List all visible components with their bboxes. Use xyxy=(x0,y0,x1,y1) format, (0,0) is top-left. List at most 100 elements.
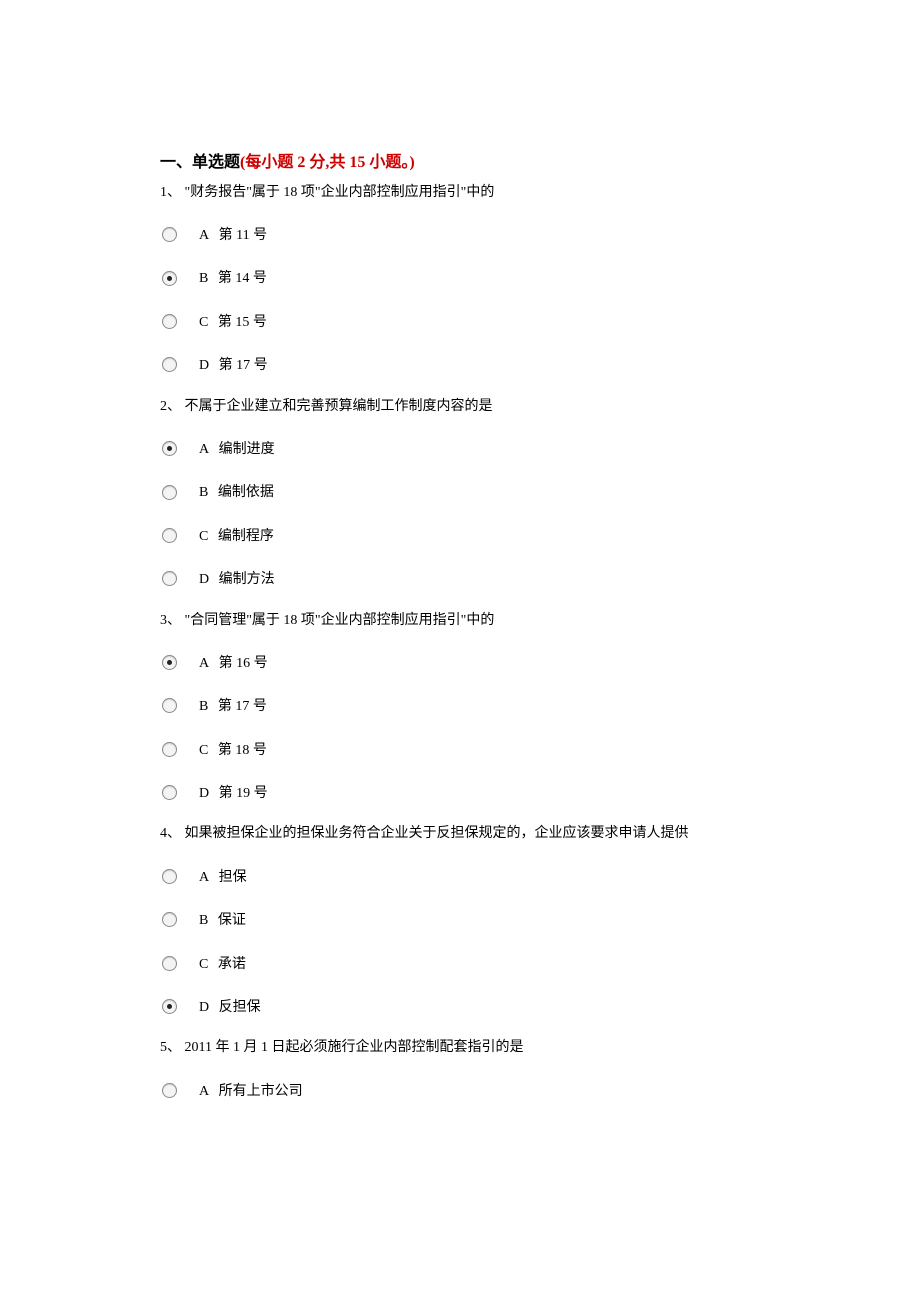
option-content: A 第 16 号 xyxy=(199,650,268,675)
option-label: D xyxy=(199,569,209,591)
option-row: A 编制进度 xyxy=(160,436,760,461)
option-content: D 第 17 号 xyxy=(199,352,268,377)
option-label: A xyxy=(199,1081,209,1103)
option-content: C 承诺 xyxy=(199,951,246,976)
radio-button[interactable] xyxy=(162,1083,177,1098)
option-row: B 第 17 号 xyxy=(160,693,760,718)
question: 4、 如果被担保企业的担保业务符合企业关于反担保规定的，企业应该要求申请人提供 A… xyxy=(160,823,760,1019)
option-text: 担保 xyxy=(219,867,247,889)
question: 2、 不属于企业建立和完善预算编制工作制度内容的是 A 编制进度 B 编制依据 C 编… xyxy=(160,396,760,592)
questions-container: 1、 "财务报告"属于 18 项"企业内部控制应用指引"中的 A 第 11 号 B … xyxy=(160,182,760,1104)
radio-button[interactable] xyxy=(162,485,177,500)
question-text: 2、 不属于企业建立和完善预算编制工作制度内容的是 xyxy=(160,396,760,418)
option-label: B xyxy=(199,268,208,290)
question-text: 5、 2011 年 1 月 1 日起必须施行企业内部控制配套指引的是 xyxy=(160,1037,760,1059)
option-content: C 编制程序 xyxy=(199,523,274,548)
option-label: B xyxy=(199,696,208,718)
option-label: B xyxy=(199,482,208,504)
option-text: 第 14 号 xyxy=(218,268,267,290)
option-row: A 所有上市公司 xyxy=(160,1078,760,1103)
option-text: 第 16 号 xyxy=(219,653,268,675)
option-row: D 第 17 号 xyxy=(160,352,760,377)
option-text: 第 18 号 xyxy=(218,740,267,762)
radio-button[interactable] xyxy=(162,227,177,242)
option-content: B 第 14 号 xyxy=(199,265,267,290)
radio-button[interactable] xyxy=(162,912,177,927)
option-text: 第 15 号 xyxy=(218,312,267,334)
option-content: C 第 15 号 xyxy=(199,309,267,334)
option-text: 编制方法 xyxy=(219,569,275,591)
option-row: C 编制程序 xyxy=(160,523,760,548)
option-content: B 第 17 号 xyxy=(199,693,267,718)
option-row: B 第 14 号 xyxy=(160,265,760,290)
section-title-red: (每小题 2 分,共 15 小题。) xyxy=(240,154,415,171)
question: 1、 "财务报告"属于 18 项"企业内部控制应用指引"中的 A 第 11 号 B … xyxy=(160,182,760,378)
option-label: D xyxy=(199,997,209,1019)
radio-button[interactable] xyxy=(162,441,177,456)
option-content: C 第 18 号 xyxy=(199,737,267,762)
option-row: D 反担保 xyxy=(160,994,760,1019)
question-text: 1、 "财务报告"属于 18 项"企业内部控制应用指引"中的 xyxy=(160,182,760,204)
radio-button[interactable] xyxy=(162,314,177,329)
radio-button[interactable] xyxy=(162,785,177,800)
option-row: D 编制方法 xyxy=(160,566,760,591)
radio-button[interactable] xyxy=(162,528,177,543)
option-text: 第 19 号 xyxy=(219,783,268,805)
radio-button[interactable] xyxy=(162,655,177,670)
option-row: C 承诺 xyxy=(160,951,760,976)
radio-button[interactable] xyxy=(162,357,177,372)
option-label: A xyxy=(199,653,209,675)
radio-button[interactable] xyxy=(162,869,177,884)
question-number: 1、 xyxy=(160,185,181,200)
option-text: 编制程序 xyxy=(218,526,274,548)
question-body: 如果被担保企业的担保业务符合企业关于反担保规定的，企业应该要求申请人提供 xyxy=(185,826,689,841)
option-content: B 编制依据 xyxy=(199,479,274,504)
question-body: 2011 年 1 月 1 日起必须施行企业内部控制配套指引的是 xyxy=(185,1040,524,1055)
option-row: D 第 19 号 xyxy=(160,780,760,805)
question-number: 2、 xyxy=(160,399,181,414)
question-number: 3、 xyxy=(160,613,181,628)
option-label: C xyxy=(199,312,208,334)
option-label: C xyxy=(199,954,208,976)
option-label: A xyxy=(199,225,209,247)
question-body: "合同管理"属于 18 项"企业内部控制应用指引"中的 xyxy=(185,613,495,628)
option-label: D xyxy=(199,355,209,377)
radio-button[interactable] xyxy=(162,956,177,971)
option-content: A 第 11 号 xyxy=(199,222,267,247)
radio-button[interactable] xyxy=(162,571,177,586)
question-number: 4、 xyxy=(160,826,181,841)
option-label: D xyxy=(199,783,209,805)
section-title-black: 一、单选题 xyxy=(160,154,240,171)
option-text: 第 17 号 xyxy=(218,696,267,718)
option-row: C 第 18 号 xyxy=(160,737,760,762)
option-row: A 担保 xyxy=(160,864,760,889)
option-content: D 编制方法 xyxy=(199,566,275,591)
option-label: C xyxy=(199,740,208,762)
option-row: A 第 16 号 xyxy=(160,650,760,675)
option-text: 承诺 xyxy=(218,954,246,976)
option-content: D 第 19 号 xyxy=(199,780,268,805)
radio-button[interactable] xyxy=(162,698,177,713)
radio-button[interactable] xyxy=(162,271,177,286)
option-row: B 保证 xyxy=(160,907,760,932)
question-text: 4、 如果被担保企业的担保业务符合企业关于反担保规定的，企业应该要求申请人提供 xyxy=(160,823,760,845)
option-text: 编制进度 xyxy=(219,439,275,461)
option-text: 第 11 号 xyxy=(219,225,267,247)
option-label: C xyxy=(199,526,208,548)
section-title: 一、单选题(每小题 2 分,共 15 小题。) xyxy=(160,150,760,176)
option-text: 保证 xyxy=(218,910,246,932)
option-content: D 反担保 xyxy=(199,994,261,1019)
option-row: A 第 11 号 xyxy=(160,222,760,247)
radio-button[interactable] xyxy=(162,742,177,757)
option-text: 第 17 号 xyxy=(219,355,268,377)
option-content: B 保证 xyxy=(199,907,246,932)
question-text: 3、 "合同管理"属于 18 项"企业内部控制应用指引"中的 xyxy=(160,610,760,632)
option-row: C 第 15 号 xyxy=(160,309,760,334)
option-content: A 担保 xyxy=(199,864,247,889)
question-body: "财务报告"属于 18 项"企业内部控制应用指引"中的 xyxy=(185,185,495,200)
question-number: 5、 xyxy=(160,1040,181,1055)
radio-button[interactable] xyxy=(162,999,177,1014)
question: 5、 2011 年 1 月 1 日起必须施行企业内部控制配套指引的是 A 所有上市… xyxy=(160,1037,760,1103)
option-text: 所有上市公司 xyxy=(219,1081,303,1103)
option-content: A 所有上市公司 xyxy=(199,1078,303,1103)
